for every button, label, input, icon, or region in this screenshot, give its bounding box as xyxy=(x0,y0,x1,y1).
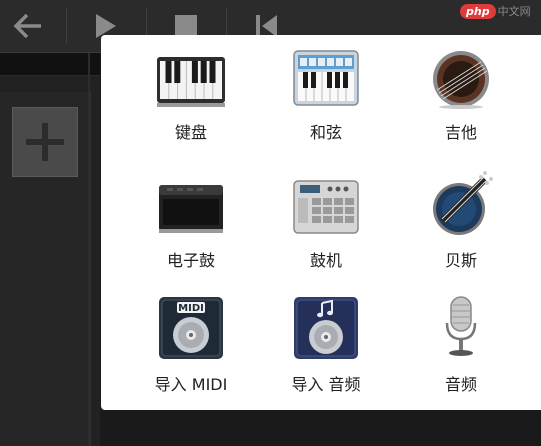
instrument-keyboard[interactable]: 键盘 xyxy=(121,35,261,145)
instrument-drum-machine[interactable]: 鼓机 xyxy=(256,163,396,273)
instrument-label: 导入 音频 xyxy=(291,375,361,394)
instrument-picker-panel: 键盘 和弦 吉他 电子鼓 鼓机 贝斯 MIDI 导入 MIDI 导入 音频 音频 xyxy=(101,35,541,410)
back-button[interactable] xyxy=(8,0,48,52)
watermark-badge: php xyxy=(460,3,496,19)
audio-disc-icon xyxy=(294,297,358,359)
instrument-audio-recorder[interactable]: 音频 xyxy=(391,287,531,397)
watermark: php 中文网 xyxy=(460,0,531,22)
instrument-label: 音频 xyxy=(444,375,477,394)
midi-disc-icon: MIDI xyxy=(159,297,223,359)
instrument-import-midi[interactable]: MIDI 导入 MIDI xyxy=(121,287,261,397)
bass-icon xyxy=(433,171,493,235)
microphone-icon xyxy=(445,296,477,356)
back-arrow-icon xyxy=(13,13,41,39)
instrument-bass[interactable]: 贝斯 xyxy=(391,163,531,273)
add-track-button[interactable] xyxy=(12,107,78,177)
instrument-label: 导入 MIDI xyxy=(154,375,228,394)
instrument-label: 和弦 xyxy=(309,123,342,142)
timeline-ruler xyxy=(0,53,100,76)
drum-pad-icon xyxy=(159,185,223,233)
watermark-text: 中文网 xyxy=(497,5,531,18)
instrument-label: 鼓机 xyxy=(309,251,342,270)
piano-keyboard-icon xyxy=(157,57,225,107)
instrument-label: 电子鼓 xyxy=(166,251,215,270)
instrument-import-audio[interactable]: 导入 音频 xyxy=(256,287,396,397)
guitar-icon xyxy=(433,51,489,109)
instrument-guitar[interactable]: 吉他 xyxy=(391,35,531,145)
chord-keyboard-icon xyxy=(293,50,359,106)
instrument-drum-pad[interactable]: 电子鼓 xyxy=(121,163,261,273)
drum-machine-icon xyxy=(293,180,359,234)
midi-text: MIDI xyxy=(178,303,204,314)
plus-icon-stroke xyxy=(42,123,48,161)
instrument-label: 贝斯 xyxy=(444,251,477,270)
instrument-label: 键盘 xyxy=(174,123,207,142)
playhead-line xyxy=(88,53,90,446)
instrument-chords[interactable]: 和弦 xyxy=(256,35,396,145)
instrument-label: 吉他 xyxy=(444,123,477,142)
toolbar-divider xyxy=(66,8,67,44)
